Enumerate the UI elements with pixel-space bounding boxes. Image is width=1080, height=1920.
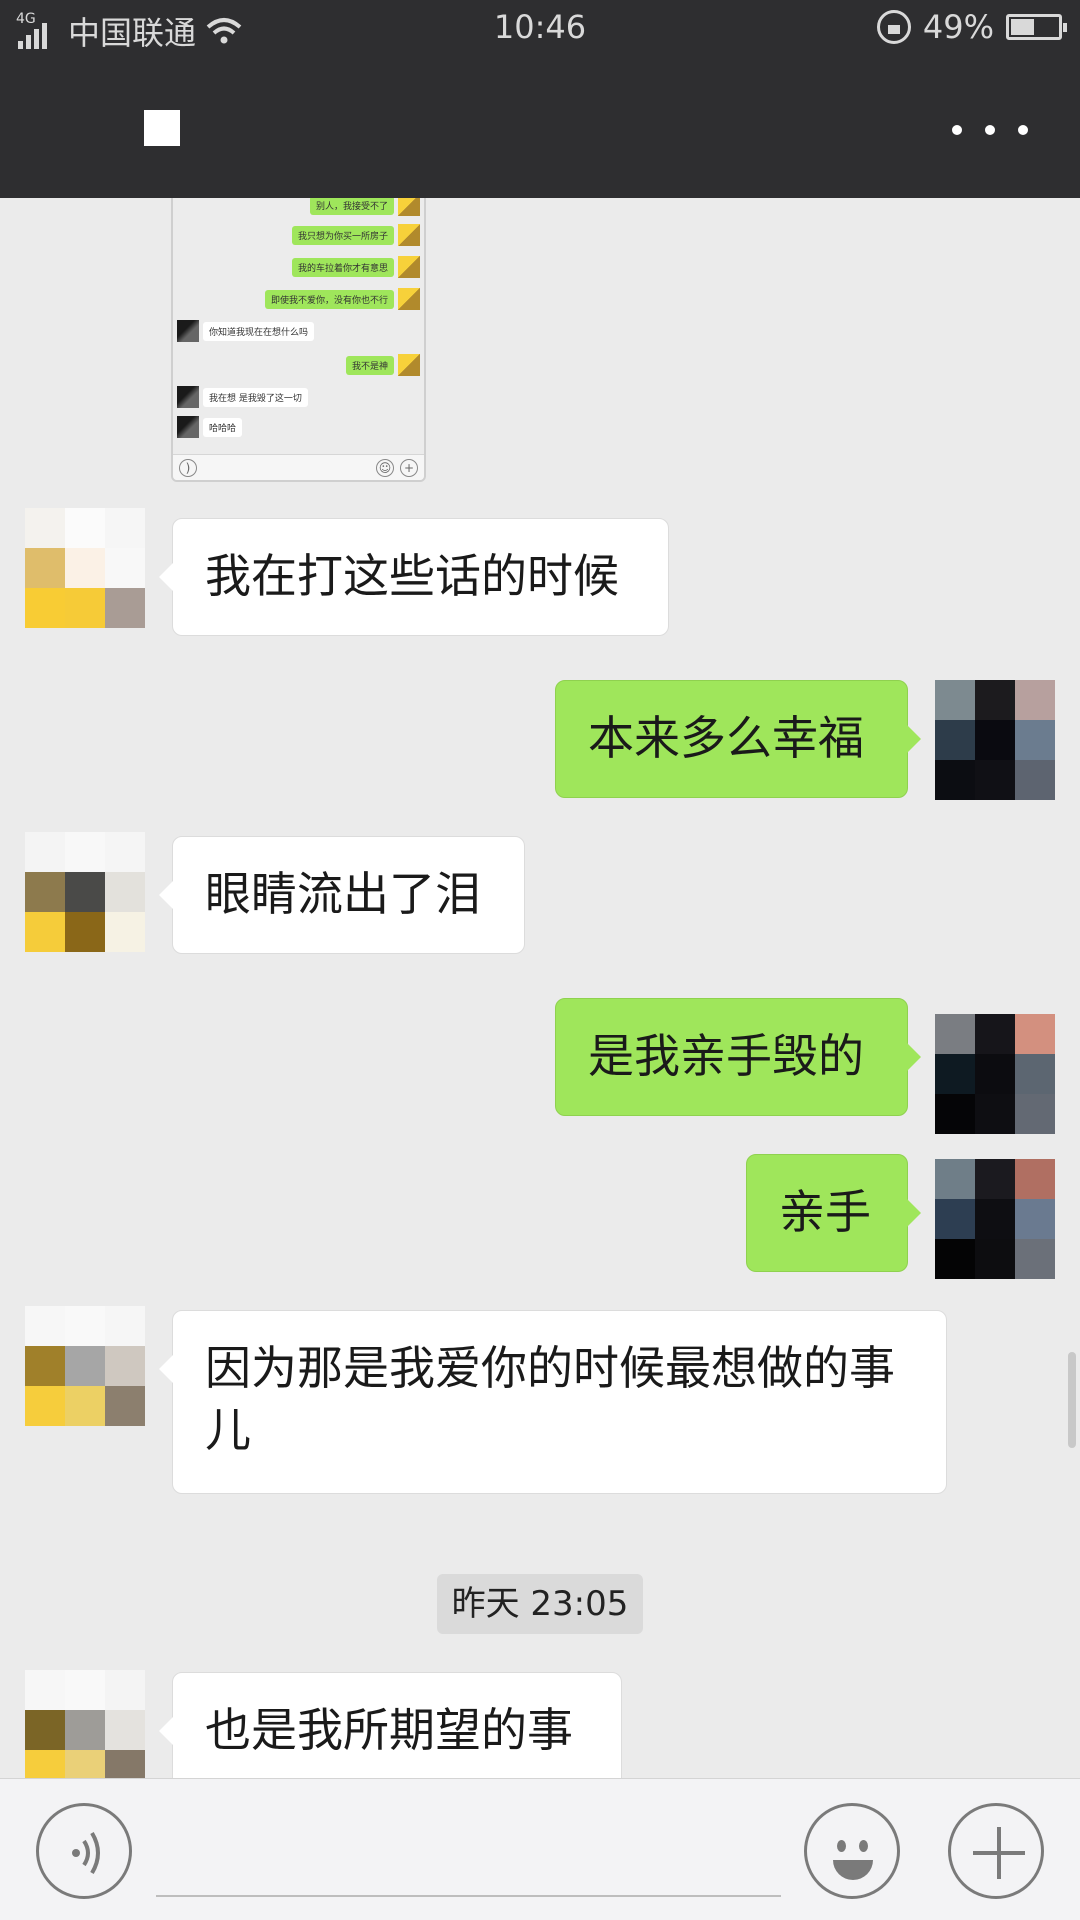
rotation-lock-icon	[876, 10, 911, 44]
thumbnail-message-row: 我只想为你买一所房子	[291, 224, 420, 246]
my-avatar[interactable]	[935, 1014, 1055, 1134]
thumbnail-message-row: 哈哈哈	[177, 416, 243, 438]
thumbnail-message-text: 别人，我接受不了	[309, 198, 394, 215]
timestamp-divider: 昨天 23:05	[437, 1574, 643, 1634]
my-avatar[interactable]	[935, 1159, 1055, 1279]
plus-icon[interactable]	[948, 1803, 1044, 1899]
message-bubble-incoming[interactable]: 眼睛流出了泪	[159, 836, 525, 954]
status-bar: 4G 中国联通 10:46 49%	[0, 0, 1080, 58]
battery-percent: 49%	[922, 8, 994, 46]
input-bar	[0, 1778, 1080, 1920]
contact-avatar[interactable]	[25, 1306, 145, 1426]
thumbnail-avatar	[398, 354, 420, 376]
thumbnail-message-text: 我在想 是我毁了这一切	[203, 387, 308, 407]
contact-avatar[interactable]	[25, 832, 145, 952]
thumbnail-message-text: 你知道我现在在想什么吗	[203, 321, 315, 341]
thumbnail-message-row: 我不是神	[345, 354, 420, 376]
thumbnail-avatar	[177, 416, 199, 438]
thumbnail-message-text: 哈哈哈	[203, 417, 243, 437]
contact-avatar[interactable]	[25, 1670, 145, 1778]
thumbnail-message-text: 即使我不爱你，没有你也不行	[264, 289, 394, 309]
thumbnail-plus-icon: +	[400, 459, 418, 477]
thumbnail-message-text: 我不是神	[345, 355, 394, 375]
thumbnail-message-row: 即使我不爱你，没有你也不行	[264, 288, 420, 310]
thumbnail-voice-icon: )	[179, 459, 197, 477]
emoji-icon[interactable]	[804, 1803, 900, 1899]
battery-icon	[1006, 14, 1067, 40]
thumbnail-avatar	[398, 198, 420, 216]
chat-title-redacted	[144, 110, 180, 146]
thumbnail-message-row: 我的车拉着你才有意思	[291, 256, 420, 278]
my-avatar[interactable]	[935, 680, 1055, 800]
message-input[interactable]	[156, 1895, 781, 1897]
shared-screenshot-image[interactable]: 别人，我接受不了我只想为你买一所房子 我的车拉着你才有意思即使我不爱你，没有你也不…	[171, 198, 426, 482]
thumbnail-input-bar: ) ☺ +	[173, 454, 424, 480]
thumbnail-avatar	[177, 320, 199, 342]
thumbnail-avatar	[398, 288, 420, 310]
chat-header	[0, 58, 1080, 198]
thumbnail-emoji-icon: ☺	[376, 459, 394, 477]
message-bubble-outgoing[interactable]: 是我亲手毁的	[555, 998, 921, 1116]
more-dots-icon[interactable]	[940, 110, 1040, 150]
voice-icon[interactable]	[36, 1803, 132, 1899]
thumbnail-message-row: 别人，我接受不了	[309, 198, 420, 216]
message-bubble-incoming[interactable]: 我在打这些话的时候	[159, 518, 669, 636]
thumbnail-message-text: 我只想为你买一所房子	[291, 225, 394, 245]
message-bubble-incoming[interactable]: 因为那是我爱你的时候最想做的事儿	[159, 1310, 947, 1494]
thumbnail-avatar	[177, 386, 199, 408]
thumbnail-message-text: 我的车拉着你才有意思	[291, 257, 394, 277]
scrollbar[interactable]	[1068, 1352, 1076, 1448]
thumbnail-message-row: 你知道我现在在想什么吗	[177, 320, 315, 342]
thumbnail-message-row: 我在想 是我毁了这一切	[177, 386, 308, 408]
contact-avatar[interactable]	[25, 508, 145, 628]
message-bubble-outgoing[interactable]: 本来多么幸福	[555, 680, 921, 798]
message-bubble-incoming[interactable]: 也是我所期望的事	[159, 1672, 622, 1778]
message-bubble-outgoing[interactable]: 亲手	[746, 1154, 921, 1272]
chat-messages[interactable]: 别人，我接受不了我只想为你买一所房子 我的车拉着你才有意思即使我不爱你，没有你也不…	[0, 198, 1080, 1778]
thumbnail-avatar	[398, 256, 420, 278]
thumbnail-avatar	[398, 224, 420, 246]
